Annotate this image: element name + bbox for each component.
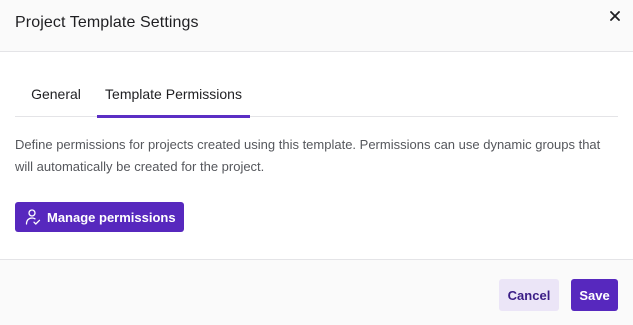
user-permissions-icon [24, 208, 42, 226]
close-icon [610, 8, 620, 26]
manage-permissions-label: Manage permissions [47, 209, 176, 225]
manage-permissions-button[interactable]: Manage permissions [15, 202, 184, 232]
tab-general[interactable]: General [15, 74, 97, 117]
dialog-title: Project Template Settings [15, 14, 199, 31]
permissions-description: Define permissions for projects created … [15, 137, 601, 174]
dialog-footer: Cancel Save [0, 259, 633, 325]
close-button[interactable] [605, 7, 625, 27]
save-button[interactable]: Save [571, 279, 618, 311]
settings-tabs: General Template Permissions [15, 74, 618, 118]
cancel-button[interactable]: Cancel [499, 279, 559, 311]
tab-template-permissions[interactable]: Template Permissions [97, 74, 250, 118]
dialog-header: Project Template Settings [0, 0, 633, 52]
project-template-settings-dialog: Project Template Settings General Templa… [0, 0, 633, 325]
